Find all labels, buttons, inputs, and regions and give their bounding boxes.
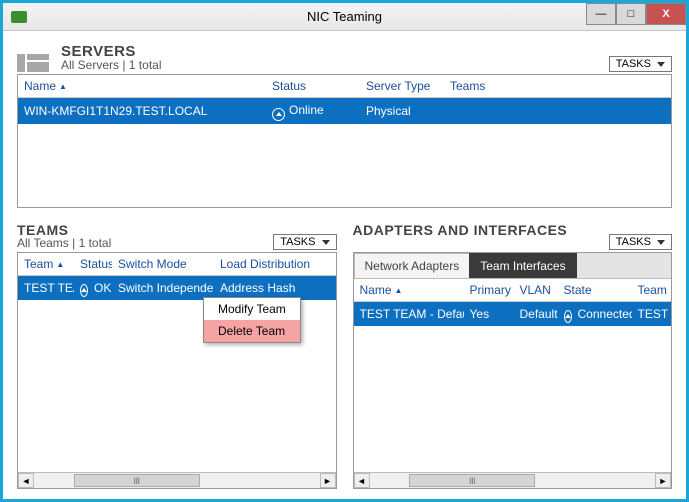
app-icon	[11, 11, 27, 23]
adapters-hscrollbar[interactable]: ◄ lll ►	[354, 472, 672, 488]
sort-asc-icon: ▲	[59, 82, 67, 91]
server-status: Online	[266, 98, 360, 124]
maximize-button[interactable]: □	[616, 3, 646, 25]
servers-tasks-dropdown[interactable]: TASKS	[609, 56, 672, 72]
interface-name: TEST TEAM - Default	[354, 302, 464, 326]
col-team-status[interactable]: Status	[74, 253, 112, 275]
nic-teaming-window: NIC Teaming — □ X SERVER	[0, 0, 689, 502]
menu-delete-team[interactable]: Delete Team	[204, 320, 300, 342]
team-context-menu: Modify Team Delete Team	[203, 297, 301, 343]
col-primary[interactable]: Primary	[464, 279, 514, 301]
servers-subtitle: All Servers | 1 total	[61, 58, 162, 72]
col-teams[interactable]: Teams	[444, 75, 671, 97]
col-status[interactable]: Status	[266, 75, 360, 97]
status-up-icon	[272, 108, 285, 121]
interface-state: Connected	[558, 302, 632, 326]
col-vlan[interactable]: VLAN	[514, 279, 558, 301]
servers-section: SERVERS All Servers | 1 total TASKS Name…	[17, 43, 672, 208]
interface-row[interactable]: TEST TEAM - Default Yes Default Connecte…	[354, 302, 672, 326]
interface-vlan: Default	[514, 302, 558, 326]
status-up-icon	[80, 284, 88, 297]
chevron-down-icon	[322, 240, 330, 245]
team-status: OK	[74, 276, 112, 300]
col-server-type[interactable]: Server Type	[360, 75, 444, 97]
col-state[interactable]: State	[558, 279, 632, 301]
close-button[interactable]: X	[646, 3, 686, 25]
adapters-tabs: Network Adapters Team Interfaces	[354, 253, 672, 279]
scroll-right-button[interactable]: ►	[655, 473, 671, 488]
adapters-section: ADAPTERS AND INTERFACES . TASKS Network …	[353, 222, 673, 489]
chevron-down-icon	[657, 240, 665, 245]
scroll-thumb[interactable]: lll	[74, 474, 200, 487]
teams-columns: Team▲ Status Switch Mode Load Distributi…	[18, 253, 336, 276]
window-buttons: — □ X	[586, 3, 686, 25]
interface-team: TEST T	[632, 302, 672, 326]
teams-section: TEAMS All Teams | 1 total TASKS Team▲ St…	[17, 222, 337, 489]
content-area: SERVERS All Servers | 1 total TASKS Name…	[3, 31, 686, 499]
col-team[interactable]: Team▲	[18, 253, 74, 275]
col-load-dist[interactable]: Load Distribution	[214, 253, 336, 275]
scroll-thumb[interactable]: lll	[409, 474, 535, 487]
team-name: TEST TEAM	[18, 276, 74, 300]
tasks-label: TASKS	[616, 58, 651, 70]
scroll-left-button[interactable]: ◄	[354, 473, 370, 488]
tab-network-adapters[interactable]: Network Adapters	[354, 253, 471, 278]
col-name[interactable]: Name▲	[18, 75, 266, 97]
scroll-right-button[interactable]: ►	[320, 473, 336, 488]
server-teams	[444, 106, 671, 116]
titlebar[interactable]: NIC Teaming — □ X	[3, 3, 686, 31]
teams-hscrollbar[interactable]: ◄ lll ►	[18, 472, 336, 488]
adapters-tasks-dropdown[interactable]: TASKS	[609, 234, 672, 250]
chevron-down-icon	[657, 62, 665, 67]
col-adapter-team[interactable]: Team	[632, 279, 672, 301]
server-type: Physical	[360, 99, 444, 123]
col-adapter-name[interactable]: Name▲	[354, 279, 464, 301]
adapters-columns: Name▲ Primary VLAN State Team	[354, 279, 672, 302]
status-up-icon	[564, 310, 572, 323]
sort-asc-icon: ▲	[56, 260, 64, 269]
servers-icon	[17, 54, 49, 72]
interface-primary: Yes	[464, 302, 514, 326]
server-row[interactable]: WIN-KMFGI1T1N29.TEST.LOCAL Online Physic…	[18, 98, 671, 124]
teams-subtitle: All Teams | 1 total	[17, 236, 111, 250]
tab-team-interfaces[interactable]: Team Interfaces	[469, 253, 576, 278]
adapters-title: ADAPTERS AND INTERFACES	[353, 222, 568, 238]
server-name: WIN-KMFGI1T1N29.TEST.LOCAL	[18, 99, 266, 123]
menu-modify-team[interactable]: Modify Team	[204, 298, 300, 320]
col-switch-mode[interactable]: Switch Mode	[112, 253, 214, 275]
team-switch-mode: Switch Independent	[112, 276, 214, 300]
window-title: NIC Teaming	[3, 9, 686, 24]
minimize-button[interactable]: —	[586, 3, 616, 25]
servers-columns: Name▲ Status Server Type Teams	[18, 75, 671, 98]
sort-asc-icon: ▲	[395, 286, 403, 295]
scroll-left-button[interactable]: ◄	[18, 473, 34, 488]
teams-tasks-dropdown[interactable]: TASKS	[273, 234, 336, 250]
